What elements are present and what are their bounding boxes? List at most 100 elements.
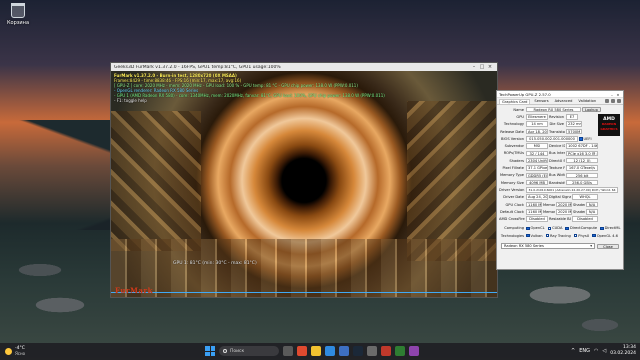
desktop-recycle-bin[interactable]: Корзина [4, 3, 32, 26]
row-default-clock: Default Clock 1160 MHz Memory 2020 MHz S… [499, 208, 621, 215]
checkbox-icon [573, 233, 578, 238]
close-icon[interactable]: × [615, 92, 621, 97]
tab-sensors[interactable]: Sensors [532, 99, 550, 103]
field-label: Name [513, 107, 524, 112]
search-box[interactable]: Поиск [219, 346, 279, 356]
furmark-stats-overlay: FurMark v1.37.2.0 - Burn-in test, 1280x7… [114, 73, 385, 103]
checkbox-icon [545, 233, 549, 238]
field-value: 015.050.002.001.000000 [526, 136, 578, 142]
weather-desc: Ясно [15, 351, 26, 356]
search-placeholder: Поиск [230, 348, 245, 354]
task-view-icon[interactable] [283, 346, 293, 356]
field-label: AMD CrossFire [499, 217, 525, 222]
refresh-icon[interactable] [611, 99, 615, 103]
field-label: Device ID [549, 144, 565, 149]
amd-radeon-logo: AMD RADEON GRAPHICS [598, 114, 620, 136]
field-label: Release Date [500, 129, 524, 134]
app-icon-settings[interactable] [367, 346, 377, 356]
field-label: Technologies [500, 233, 524, 238]
minimize-icon[interactable]: – [470, 64, 478, 70]
gpuz-bottom-bar: Radeon RX 580 Series ▾ Close [499, 241, 621, 251]
field-label: ROPs/TMUs [503, 151, 524, 156]
steam-icon[interactable] [353, 346, 363, 356]
check-directcompute: DirectCompute [565, 226, 597, 230]
camera-icon[interactable] [605, 99, 609, 103]
field-value: 32 / 144 [526, 150, 548, 157]
check-cuda: CUDA [547, 226, 562, 231]
field-value: MSI [526, 143, 548, 149]
check-label: Ray Tracing [550, 233, 571, 238]
network-icon[interactable]: ◠ [594, 348, 598, 354]
row-name: Name Radeon RX 580 Series Lookup [499, 106, 621, 113]
taskbar: -4°C Ясно Поиск ^ ENG ◠ ◁ 13:34 03.02.20… [0, 343, 640, 360]
furmark-logo: FurMark [115, 286, 153, 295]
tab-graphics-card[interactable]: Graphics Card [499, 98, 531, 104]
gpu-select-dropdown[interactable]: Radeon RX 580 Series ▾ [501, 243, 595, 250]
edge-icon[interactable] [325, 346, 335, 356]
field-value: 2020 MHz [556, 201, 572, 208]
app-icon-store[interactable] [339, 346, 349, 356]
field-label: Memory Type [499, 173, 524, 178]
field-label: GPU [516, 114, 524, 119]
sun-icon [5, 348, 12, 355]
field-value: 1160 MHz [526, 201, 542, 208]
system-tray: ^ ENG ◠ ◁ 13:34 03.02.2024 [571, 345, 636, 356]
chevron-up-icon[interactable]: ^ [571, 348, 575, 354]
start-button[interactable] [205, 346, 215, 356]
row-driver-version: Driver Version 31.0.21010.6001 (Adrenali… [499, 186, 621, 193]
maximize-icon[interactable]: □ [478, 64, 486, 70]
file-explorer-icon[interactable] [311, 346, 321, 356]
close-button[interactable]: Close [597, 243, 619, 250]
field-label: Bus Interface [549, 151, 565, 156]
row-computing: Computing OpenCL CUDA DirectCompute Dire… [499, 225, 621, 232]
row-shaders: Shaders 2304 Unified DirectX Support 12 … [499, 157, 621, 164]
language-indicator[interactable]: ENG [579, 348, 590, 354]
furmark-title: Geeks3D FurMark v1.37.2.0 - 16FPS, GPU1 … [114, 64, 281, 70]
field-label: DirectX Support [549, 158, 565, 163]
clock[interactable]: 13:34 03.02.2024 [610, 345, 636, 356]
app-icon-extra[interactable] [409, 346, 419, 356]
tab-advanced[interactable]: Advanced [553, 99, 575, 103]
check-opengl: OpenGL 4.6 [592, 234, 618, 238]
row-bios: BIOS Version 015.050.002.001.000000 UEFI [499, 135, 621, 142]
field-label: BIOS Version [501, 136, 524, 141]
check-label: OpenCL [530, 226, 545, 231]
row-technologies: Technologies Vulkan Ray Tracing PhysX Op… [499, 232, 621, 239]
checkbox-icon [565, 226, 569, 231]
field-value: Ellesmere [526, 114, 548, 120]
gpuz-window[interactable]: TechPowerUp GPU-Z 2.57.0 – × Graphics Ca… [496, 90, 624, 270]
field-value: 37.1 GPixel/s [526, 165, 548, 171]
gpuz-titlebar[interactable]: TechPowerUp GPU-Z 2.57.0 – × [497, 91, 623, 98]
field-value: 4096 MB [526, 179, 548, 186]
field-label: Revision [549, 114, 565, 119]
check-label: DirectCompute [569, 226, 598, 231]
field-label: Texture Fillrate [549, 166, 565, 171]
field-label: Shader [573, 209, 585, 214]
furmark-titlebar[interactable]: Geeks3D FurMark v1.37.2.0 - 16FPS, GPU1 … [111, 63, 497, 71]
weather-widget[interactable]: -4°C Ясно [0, 346, 80, 357]
furmark-taskbar-icon[interactable] [381, 346, 391, 356]
field-value: 167.0 GTexel/s [566, 165, 598, 171]
field-value: 256.0 GB/s [566, 179, 598, 186]
cube-floor [111, 239, 497, 297]
checkbox-icon [547, 226, 552, 231]
field-label: Driver Date [503, 195, 524, 200]
field-label: Bus Width [549, 173, 565, 178]
menu-icon[interactable] [617, 99, 621, 103]
field-value: 14 nm [526, 121, 548, 127]
field-label: Memory [543, 202, 555, 207]
app-icon-media[interactable] [297, 346, 307, 356]
close-icon[interactable]: × [486, 64, 494, 70]
row-subvendor: Subvendor MSI Device ID 1002 67DF - 1462… [499, 142, 621, 149]
field-label: Computing [504, 226, 524, 231]
tab-validation[interactable]: Validation [576, 99, 598, 103]
check-opencl: OpenCL [526, 226, 545, 230]
check-ray-tracing: Ray Tracing [545, 233, 571, 238]
check-label: PhysX [578, 233, 590, 238]
lookup-button[interactable]: Lookup [582, 106, 601, 113]
checkbox-icon [579, 137, 583, 141]
gpuz-taskbar-icon[interactable] [395, 346, 405, 356]
volume-icon[interactable]: ◁ [602, 348, 606, 354]
furmark-window[interactable]: Geeks3D FurMark v1.37.2.0 - 16FPS, GPU1 … [110, 62, 498, 298]
uefi-label: UEFI [583, 136, 592, 141]
